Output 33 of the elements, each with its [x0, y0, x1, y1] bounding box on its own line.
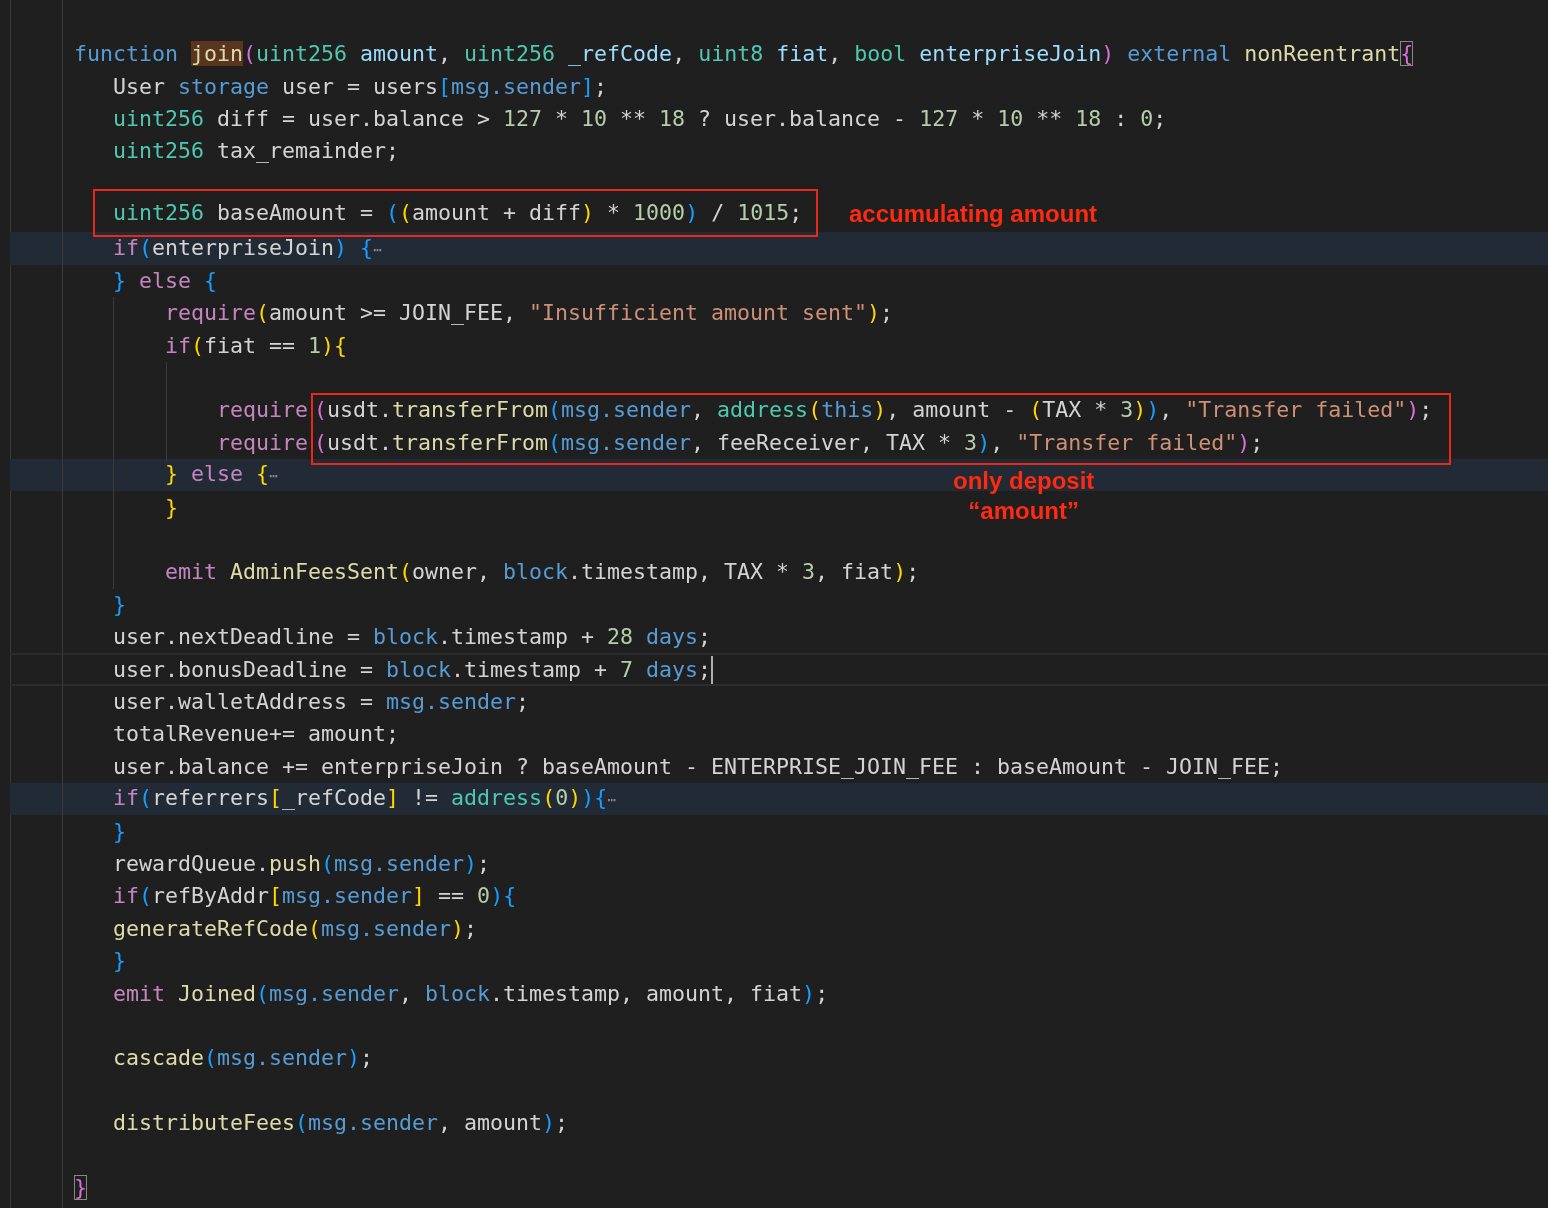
code-line: totalRevenue+= amount; — [113, 720, 399, 749]
code-line: user.bonusDeadline = block.timestamp + 7 days; — [113, 655, 712, 684]
code-line: require (usdt.transferFrom(msg.sender, feeReceiver, TAX * 3), "Transfer failed"); — [217, 428, 1264, 457]
code-line: uint256 tax_remainder; — [113, 137, 400, 166]
code-line: } else { — [113, 266, 218, 295]
code-line: function join(uint256 amount, uint256 _refCode, uint8 fiat, bool enterpriseJoin) external nonReentrant{ — [74, 40, 1414, 69]
code-line: user.nextDeadline = block.timestamp + 28 days; — [113, 623, 712, 652]
code-line: } — [74, 1173, 87, 1202]
code-line: uint256 diff = user.balance > 127 * 10 ** 18 ? user.balance - 127 * 10 ** 18 : 0; — [113, 104, 1167, 133]
code-line: User storage user = users[msg.sender]; — [113, 72, 608, 101]
code-line: } — [113, 590, 126, 619]
code-line: if(fiat == 1){ — [165, 331, 348, 360]
code-line: rewardQueue.push(msg.sender); — [113, 849, 491, 878]
code-line: cascade(msg.sender); — [113, 1044, 374, 1073]
code-line: require(amount >= JOIN_FEE, "Insufficient amount sent"); — [165, 299, 894, 328]
code-line: } — [165, 493, 178, 522]
code-line: } else {⋯ — [165, 460, 279, 489]
code-line: uint256 baseAmount = ((amount + diff) * 1000) / 1015; — [113, 200, 803, 226]
code-line: distributeFees(msg.sender, amount); — [113, 1109, 569, 1138]
code-line: user.walletAddress = msg.sender; — [113, 688, 530, 716]
text-cursor — [711, 655, 714, 684]
code-line: emit AdminFeesSent(owner, block.timestamp, TAX * 3, fiat); — [165, 558, 920, 587]
annotation-text: accumulating amount — [849, 199, 1098, 229]
annotation-text: only deposit “amount” — [953, 466, 1095, 526]
code-line: } — [113, 817, 126, 846]
code-line: if(referrers[_refCode] != address(0)){⋯ — [113, 784, 617, 813]
code-line: require (usdt.transferFrom(msg.sender, address(this), amount - (TAX * 3)), "Transfer failed"); — [217, 396, 1433, 425]
code-line: generateRefCode(msg.sender); — [113, 914, 478, 943]
code-line: user.balance += enterpriseJoin ? baseAmount - ENTERPRISE_JOIN_FEE : baseAmount - JOIN_FEE; — [113, 752, 1284, 781]
code-line: } — [113, 947, 126, 976]
code-line: if(enterpriseJoin) {⋯ — [113, 233, 383, 262]
code-line: if(refByAddr[msg.sender] == 0){ — [113, 882, 517, 911]
code-line: emit Joined(msg.sender, block.timestamp, amount, fiat); — [113, 979, 829, 1008]
